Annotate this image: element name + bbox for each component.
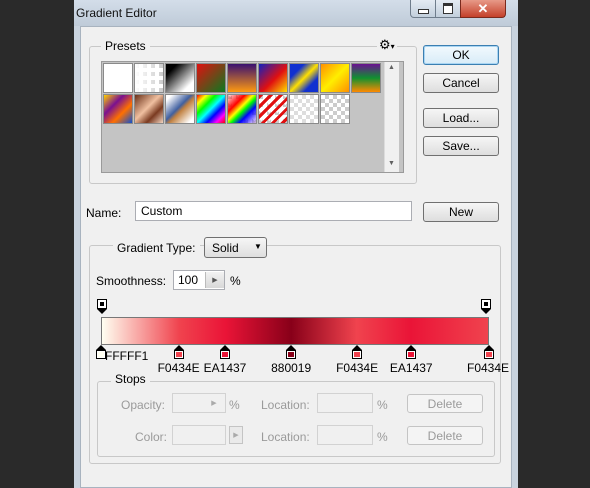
chevron-right-icon: ▶ (212, 277, 218, 284)
gradient-type-select[interactable]: Solid ▼ (204, 237, 267, 258)
opacity-label: Opacity: (121, 398, 166, 412)
maximize-button[interactable] (435, 0, 461, 18)
color-stop-label: F0434E (467, 361, 510, 375)
gear-icon[interactable]: ⚙▾ (377, 37, 397, 53)
save-button[interactable]: Save... (423, 136, 499, 156)
preset-swatch[interactable] (165, 63, 195, 93)
color-stop-marker[interactable] (352, 345, 363, 359)
preset-swatch[interactable] (196, 63, 226, 93)
preset-swatch[interactable] (351, 63, 381, 93)
color-location-field[interactable] (317, 425, 373, 445)
preset-swatch[interactable] (258, 94, 288, 124)
color-swatch-field[interactable] (172, 425, 226, 445)
dialog-client-area: Presets ⚙▾ ▲ ▼ OK Cancel Load... Save...… (80, 26, 512, 488)
preset-swatch[interactable] (289, 63, 319, 93)
presets-swatch-grid[interactable] (101, 61, 404, 173)
gradient-editor-window: Gradient Editor ✕ Presets ⚙▾ ▲ ▼ OK Canc… (74, 0, 518, 488)
scroll-up-icon[interactable]: ▲ (388, 64, 395, 71)
preset-swatch[interactable] (320, 94, 350, 124)
color-stop-marker[interactable] (286, 345, 297, 359)
preset-swatch[interactable] (165, 94, 195, 124)
gradient-type-value: Solid (212, 241, 239, 255)
color-stop-label: 880019 (271, 361, 312, 375)
window-title: Gradient Editor (76, 6, 157, 20)
color-stop-label: F0434E (157, 361, 200, 375)
color-stop-marker[interactable] (173, 345, 184, 359)
chevron-down-icon: ▼ (254, 242, 262, 251)
preset-swatch[interactable] (134, 63, 164, 93)
close-button[interactable]: ✕ (460, 0, 506, 18)
opacity-location-label: Location: (261, 398, 310, 412)
title-bar[interactable]: Gradient Editor ✕ (74, 0, 518, 26)
opacity-stepper[interactable]: ▶ (205, 395, 223, 411)
color-stop-label: EA1437 (389, 361, 433, 375)
opacity-stop[interactable] (97, 299, 107, 314)
color-picker-arrow[interactable]: ▶ (229, 426, 243, 444)
minimize-button[interactable] (410, 0, 436, 18)
smoothness-value: 100 (178, 273, 199, 287)
color-location-unit: % (377, 430, 388, 444)
chevron-right-icon: ▶ (211, 400, 217, 407)
preset-swatch[interactable] (103, 63, 133, 93)
gradient-preview-bar[interactable] (101, 317, 489, 345)
opacity-location-field[interactable] (317, 393, 373, 413)
color-stop-marker[interactable] (406, 345, 417, 359)
color-stop-label: EA1437 (203, 361, 247, 375)
stops-legend: Stops (111, 372, 150, 386)
new-button[interactable]: New (423, 202, 499, 222)
preset-swatch[interactable] (196, 94, 226, 124)
maximize-icon (443, 3, 453, 14)
delete-color-stop-button[interactable]: Delete (407, 426, 483, 445)
cancel-button[interactable]: Cancel (423, 73, 499, 93)
ok-button[interactable]: OK (423, 45, 499, 65)
opacity-stop[interactable] (481, 299, 491, 314)
color-stop-label: FFFFF1 (105, 349, 149, 363)
smoothness-unit: % (230, 274, 241, 288)
chevron-right-icon: ▶ (233, 432, 239, 439)
name-field[interactable]: Custom (135, 201, 412, 221)
preset-swatch[interactable] (103, 94, 133, 124)
gradient-type-label: Gradient Type: (113, 241, 200, 255)
minimize-icon (417, 9, 429, 14)
preset-swatch[interactable] (134, 94, 164, 124)
color-label: Color: (135, 430, 168, 444)
smoothness-label: Smoothness: (96, 274, 167, 288)
desktop-background-right (518, 0, 590, 488)
presets-scrollbar[interactable]: ▲ ▼ (384, 62, 399, 172)
smoothness-stepper[interactable]: ▶ (205, 272, 224, 288)
color-stop-marker[interactable] (220, 345, 231, 359)
color-stop-marker[interactable] (484, 345, 494, 359)
preset-swatch[interactable] (227, 63, 257, 93)
stops-group (97, 381, 495, 457)
load-button[interactable]: Load... (423, 108, 499, 128)
opacity-unit: % (229, 398, 240, 412)
close-icon: ✕ (477, 1, 489, 16)
preset-swatch[interactable] (227, 94, 257, 124)
color-stop-label: F0434E (336, 361, 379, 375)
color-location-label: Location: (261, 430, 310, 444)
opacity-location-unit: % (377, 398, 388, 412)
preset-swatch[interactable] (320, 63, 350, 93)
scroll-down-icon[interactable]: ▼ (388, 160, 395, 167)
desktop-background-left (0, 0, 74, 488)
presets-legend: Presets (101, 39, 150, 53)
delete-opacity-stop-button[interactable]: Delete (407, 394, 483, 413)
preset-swatch[interactable] (258, 63, 288, 93)
name-label: Name: (86, 206, 122, 220)
preset-swatch[interactable] (289, 94, 319, 124)
